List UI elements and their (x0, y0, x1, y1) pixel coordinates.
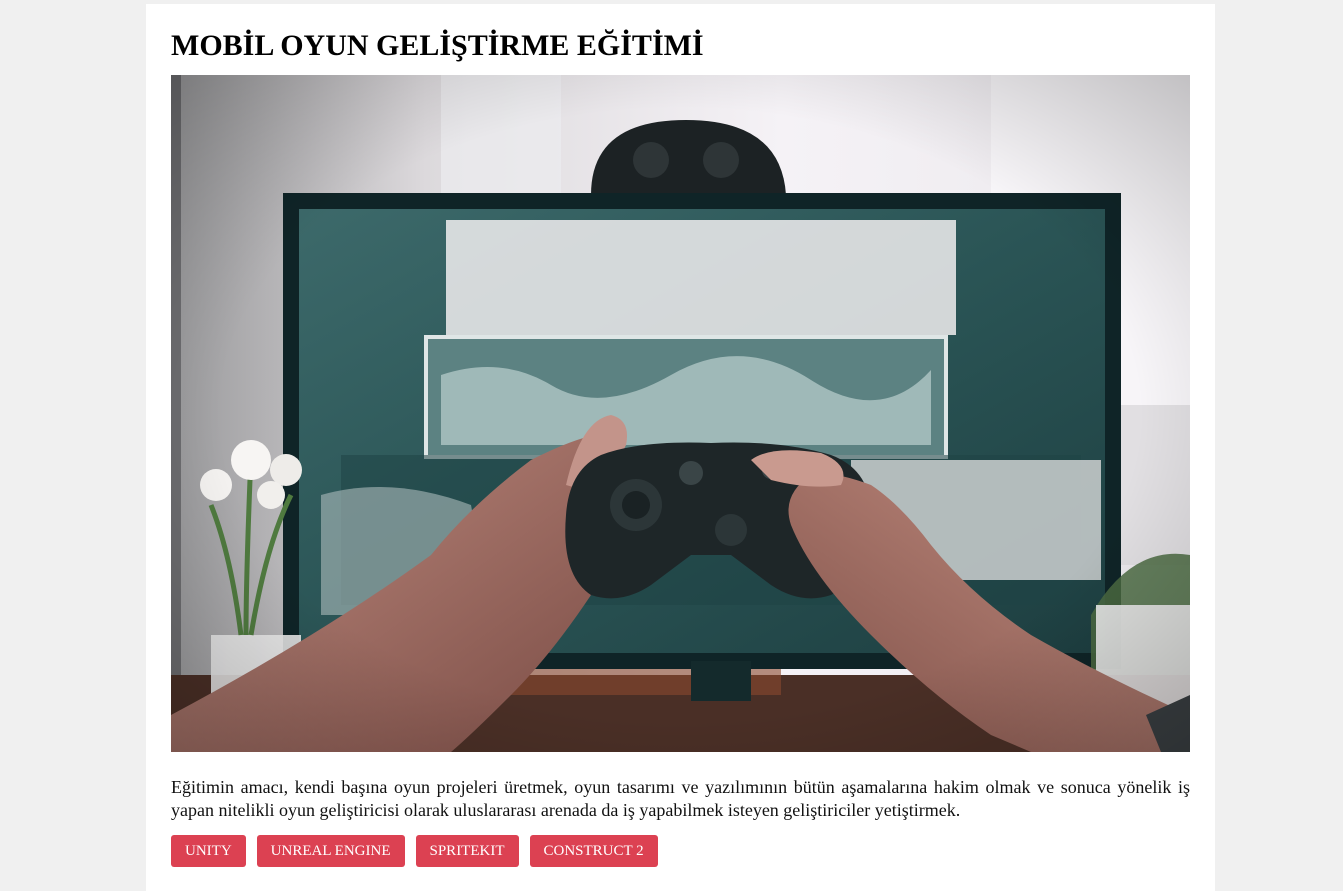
tag-button-spritekit[interactable]: SPRITEKIT (415, 835, 519, 867)
tag-button-unreal-engine[interactable]: UNREAL ENGINE (256, 835, 405, 867)
course-image (171, 75, 1190, 752)
tag-list: UNITY UNREAL ENGINE SPRITEKIT CONSTRUCT 2 (171, 835, 658, 867)
course-card: MOBİL OYUN GELİŞTİRME EĞİTİMİ Eğitimin a… (146, 4, 1215, 891)
tag-button-unity[interactable]: UNITY (171, 835, 246, 867)
page-title: MOBİL OYUN GELİŞTİRME EĞİTİMİ (171, 29, 704, 62)
course-description: Eğitimin amacı, kendi başına oyun projel… (171, 777, 1190, 820)
tag-button-construct-2[interactable]: CONSTRUCT 2 (529, 835, 658, 867)
